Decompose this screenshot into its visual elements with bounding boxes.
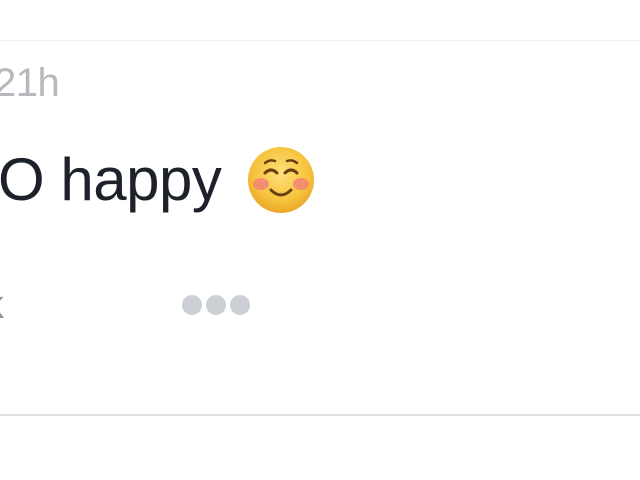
next-comment-area xyxy=(0,416,640,480)
smiling-face-with-blush-icon xyxy=(247,146,315,214)
comment-actions: k xyxy=(0,283,640,327)
more-dot xyxy=(182,295,202,315)
more-dot xyxy=(206,295,226,315)
comment-text: O happy xyxy=(0,146,222,213)
comment-view: 21h O happy xyxy=(0,0,640,480)
comment-card: 21h O happy xyxy=(0,41,640,415)
comment-body: O happy xyxy=(0,140,315,220)
more-dot xyxy=(230,295,250,315)
like-link[interactable]: k xyxy=(0,281,4,329)
more-options-icon[interactable] xyxy=(166,283,266,327)
comment-timestamp[interactable]: 21h xyxy=(0,59,60,107)
